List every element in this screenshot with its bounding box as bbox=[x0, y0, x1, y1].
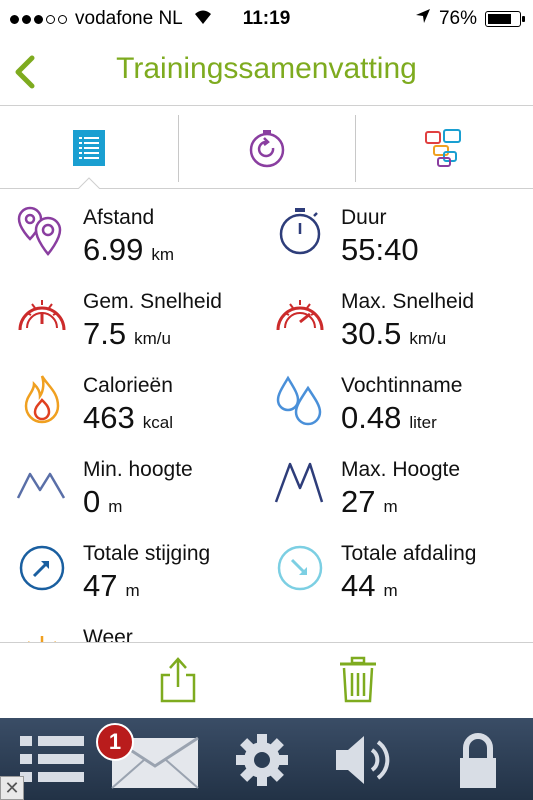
stat-value: 463 kcal bbox=[83, 400, 173, 435]
location-arrow-icon bbox=[415, 8, 431, 30]
share-icon bbox=[160, 657, 196, 703]
stat-value: 0m bbox=[83, 484, 123, 519]
speedometer-icon bbox=[18, 300, 66, 331]
action-bar bbox=[0, 642, 533, 718]
bottom-tab-bar: 1 bbox=[0, 718, 533, 800]
menu-icon bbox=[20, 736, 84, 782]
battery-icon bbox=[485, 11, 525, 27]
close-icon[interactable]: ✕ bbox=[0, 776, 24, 800]
stat-weather: Weer bbox=[0, 616, 260, 642]
stat-value: 0.48 liter bbox=[341, 400, 437, 435]
stat-label: Vochtinname bbox=[341, 374, 463, 397]
tab-laps[interactable] bbox=[177, 107, 356, 188]
stat-max-altitude: Max. Hoogte 27 m bbox=[258, 448, 518, 532]
stat-label: Weer bbox=[83, 626, 133, 642]
view-tabs bbox=[0, 107, 533, 189]
settings-icon bbox=[236, 734, 288, 786]
stat-value: 7.5 km/u bbox=[83, 316, 171, 351]
mountain-low-icon bbox=[16, 472, 66, 499]
stat-fluid-intake: Vochtinname 0.48 liter bbox=[258, 364, 518, 448]
flame-icon bbox=[24, 375, 60, 424]
stat-calories: Calorieën 463 kcal bbox=[0, 364, 260, 448]
stat-label: Afstand bbox=[83, 206, 155, 229]
list-icon bbox=[72, 129, 105, 166]
stat-avg-speed: Gem. Snelheid 7.5 km/u bbox=[0, 280, 260, 364]
stat-label: Gem. Snelheid bbox=[83, 290, 222, 313]
share-button[interactable] bbox=[156, 655, 200, 705]
page-title: Trainingssamenvatting bbox=[116, 52, 417, 85]
stat-value: 6.99 km bbox=[83, 232, 175, 267]
sound-button[interactable] bbox=[334, 732, 400, 790]
mail-badge: 1 bbox=[96, 723, 134, 761]
stat-label: Totale afdaling bbox=[341, 542, 477, 565]
battery-percentage: 76% bbox=[438, 8, 477, 29]
tab-comments[interactable] bbox=[355, 107, 533, 188]
stat-label: Duur bbox=[341, 206, 387, 229]
lock-icon bbox=[460, 733, 496, 788]
status-bar: vodafone NL 11:19 76% bbox=[0, 0, 533, 40]
stat-label: Max. Snelheid bbox=[341, 290, 475, 313]
stat-distance: Afstand 6.99 km bbox=[0, 196, 260, 280]
stat-label: Min. hoogte bbox=[83, 458, 193, 481]
speedometer-max-icon bbox=[276, 300, 324, 331]
lock-button[interactable] bbox=[456, 732, 500, 790]
stat-min-altitude: Min. hoogte 0m bbox=[0, 448, 260, 532]
stat-value: 30.5 km/u bbox=[341, 316, 447, 351]
menu-button[interactable] bbox=[20, 732, 86, 790]
stat-value: 55:40 bbox=[341, 232, 419, 267]
stat-value: 44 m bbox=[341, 568, 398, 603]
settings-button[interactable] bbox=[234, 732, 290, 790]
selected-tab-caret bbox=[77, 177, 100, 189]
stat-label: Calorieën bbox=[83, 374, 173, 397]
water-drops-icon bbox=[276, 375, 322, 426]
sun-icon bbox=[28, 636, 56, 642]
mountain-high-icon bbox=[274, 462, 324, 503]
stat-label: Totale stijging bbox=[83, 542, 211, 565]
stopwatch-icon bbox=[279, 208, 321, 255]
descent-arrow-icon bbox=[277, 545, 323, 591]
sound-icon bbox=[336, 736, 390, 784]
stat-label: Max. Hoogte bbox=[341, 458, 461, 481]
stat-value: 47 m bbox=[83, 568, 140, 603]
navigation-bar: Trainingssamenvatting bbox=[0, 40, 533, 106]
location-pins-icon bbox=[17, 206, 62, 256]
delete-button[interactable] bbox=[336, 655, 380, 705]
stat-total-ascent: Totale stijging 47 m bbox=[0, 532, 260, 616]
stat-total-descent: Totale afdaling 44 m bbox=[258, 532, 518, 616]
stat-duration: Duur 55:40 bbox=[258, 196, 518, 280]
tab-summary-list[interactable] bbox=[0, 107, 178, 189]
chat-bubbles-icon bbox=[425, 128, 462, 167]
stopwatch-replay-icon bbox=[249, 129, 284, 167]
stat-value: 27 m bbox=[341, 484, 398, 519]
stat-max-speed: Max. Snelheid 30.5 km/u bbox=[258, 280, 518, 364]
ascent-arrow-icon bbox=[19, 545, 65, 591]
trash-icon bbox=[340, 656, 376, 703]
